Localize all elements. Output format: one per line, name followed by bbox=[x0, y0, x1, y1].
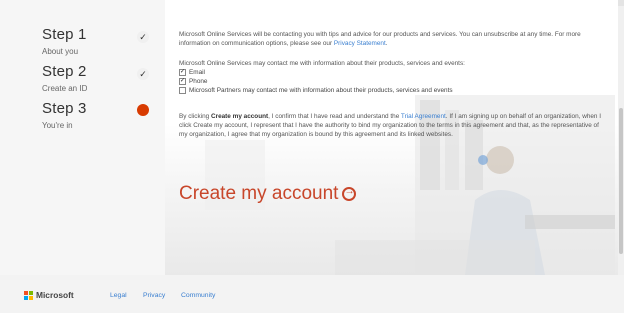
contact-notice: Microsoft Online Services will be contac… bbox=[179, 31, 604, 49]
email-checkbox[interactable]: ✓ bbox=[179, 69, 186, 76]
step-1: Step 1 About you bbox=[42, 26, 87, 56]
scrollbar[interactable] bbox=[618, 0, 624, 275]
consent-intro: Microsoft Online Services may contact me… bbox=[179, 60, 465, 67]
partners-option[interactable]: Microsoft Partners may contact me with i… bbox=[179, 87, 453, 94]
email-label: Email bbox=[189, 69, 205, 76]
agreement-part: , I confirm that I have read and underst… bbox=[268, 113, 401, 120]
agreement-part: By clicking bbox=[179, 113, 211, 120]
step-2: Step 2 Create an ID bbox=[42, 63, 87, 93]
privacy-statement-link[interactable]: Privacy Statement bbox=[334, 40, 386, 47]
microsoft-logo-icon bbox=[24, 290, 33, 300]
scroll-up-arrow[interactable] bbox=[618, 0, 624, 6]
trial-agreement-link[interactable]: Trial Agreement bbox=[401, 113, 446, 120]
brand-name: Microsoft bbox=[36, 290, 74, 300]
partners-label: Microsoft Partners may contact me with i… bbox=[189, 87, 453, 94]
phone-label: Phone bbox=[189, 78, 208, 85]
agreement-text: By clicking Create my account, I confirm… bbox=[179, 113, 604, 139]
arrow-right-circle-icon bbox=[342, 186, 357, 201]
step-subtitle: Create an ID bbox=[42, 84, 88, 93]
check-icon: ✓ bbox=[137, 68, 149, 80]
footer-link-privacy[interactable]: Privacy bbox=[143, 292, 165, 299]
partners-checkbox[interactable] bbox=[179, 87, 186, 94]
current-dot-icon bbox=[137, 104, 149, 116]
phone-checkbox[interactable]: ✓ bbox=[179, 78, 186, 85]
footer bbox=[0, 275, 624, 313]
step-subtitle: About you bbox=[42, 47, 79, 56]
phone-option[interactable]: ✓ Phone bbox=[179, 78, 207, 85]
footer-link-community[interactable]: Community bbox=[181, 292, 215, 299]
agreement-bold: Create my account bbox=[210, 113, 269, 120]
step-title: Step 1 bbox=[42, 26, 87, 43]
scroll-thumb[interactable] bbox=[619, 108, 623, 254]
check-icon: ✓ bbox=[137, 31, 149, 43]
create-account-label: Create my account bbox=[179, 183, 339, 204]
email-option[interactable]: ✓ Email bbox=[179, 69, 205, 76]
step-title: Step 2 bbox=[42, 63, 87, 80]
microsoft-logo[interactable]: Microsoft bbox=[24, 290, 74, 300]
step-3: Step 3 You're in bbox=[42, 100, 87, 130]
create-account-button[interactable]: Create my account bbox=[179, 183, 357, 205]
step-subtitle: You're in bbox=[42, 121, 73, 130]
step-title: Step 3 bbox=[42, 100, 87, 117]
contact-notice-end: . bbox=[385, 39, 388, 47]
footer-link-legal[interactable]: Legal bbox=[110, 292, 127, 299]
